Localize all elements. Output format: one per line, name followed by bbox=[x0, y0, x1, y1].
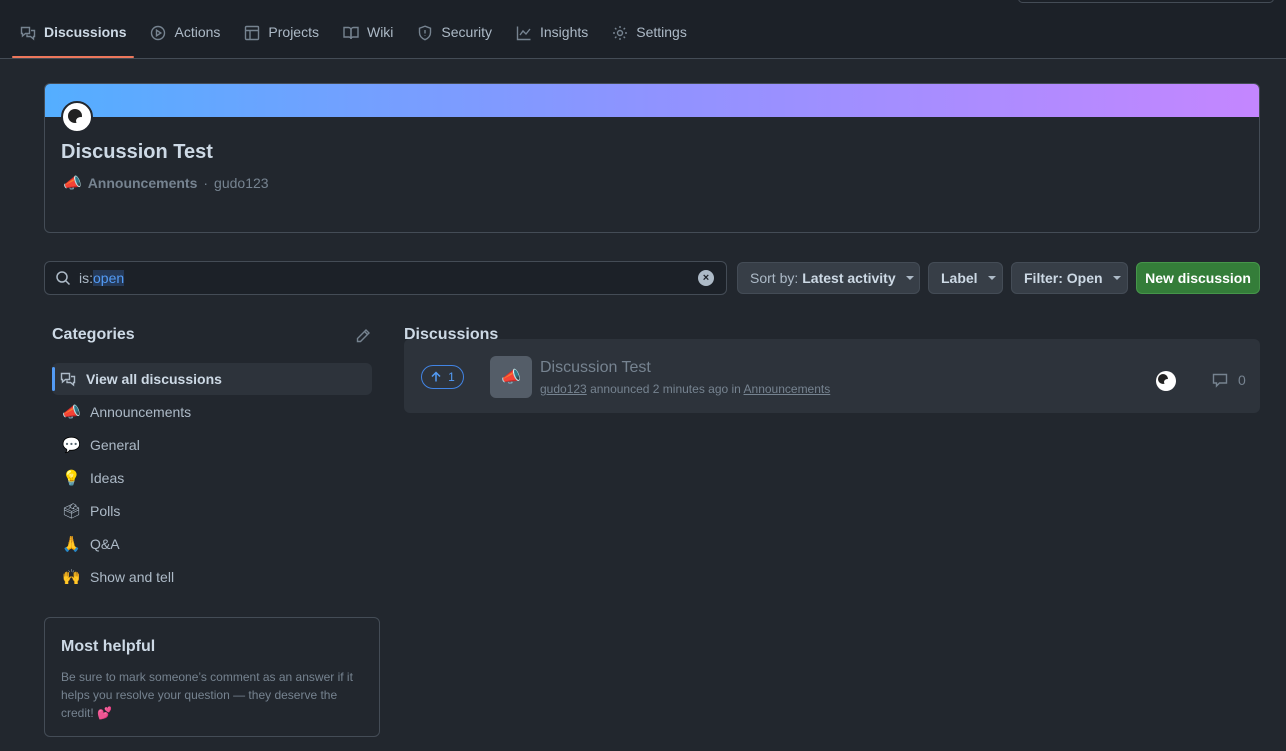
sort-value: Latest activity bbox=[802, 270, 896, 286]
search-icon bbox=[56, 271, 71, 286]
category-list: View all discussions 📣 Announcements 💬 G… bbox=[52, 363, 372, 593]
search-qualifier: is: bbox=[79, 270, 93, 286]
repo-tabs: Discussions Actions Projects Wiki Securi… bbox=[12, 18, 703, 58]
gear-icon bbox=[613, 26, 628, 40]
comment-icon bbox=[1212, 373, 1228, 388]
page-title[interactable]: Discussion Test bbox=[61, 141, 213, 164]
avatar[interactable] bbox=[1156, 371, 1176, 391]
chevron-down-icon bbox=[905, 276, 914, 280]
category-label: Q&A bbox=[90, 535, 120, 552]
discussion-meta: gudo123 announced 2 minutes ago in Annou… bbox=[540, 382, 830, 396]
category-label: Polls bbox=[90, 502, 121, 519]
category-link[interactable]: Announcements bbox=[744, 382, 831, 396]
filter-dropdown[interactable]: Filter: Open bbox=[1011, 262, 1128, 294]
comment-count[interactable]: 0 bbox=[1212, 372, 1246, 388]
tab-security[interactable]: Security bbox=[409, 18, 500, 58]
comment-discussion-icon bbox=[60, 372, 76, 387]
tab-label: Settings bbox=[636, 24, 687, 40]
category-item-ideas[interactable]: 💡 Ideas bbox=[52, 461, 372, 494]
search-value: open bbox=[93, 270, 125, 286]
raising-hands-icon: 🙌 bbox=[62, 568, 81, 586]
label-dropdown[interactable]: Label bbox=[928, 262, 1003, 294]
shield-icon bbox=[419, 25, 432, 41]
sort-dropdown[interactable]: Sort by: Latest activity bbox=[737, 262, 920, 294]
tab-label: Insights bbox=[540, 24, 589, 40]
global-search-box[interactable] bbox=[1018, 0, 1274, 3]
book-icon bbox=[343, 26, 359, 40]
clear-search-icon[interactable]: × bbox=[698, 270, 714, 286]
category-header-card: Discussion Test 📣 Announcements · gudo12… bbox=[44, 83, 1260, 233]
meta-separator: · bbox=[203, 175, 209, 191]
most-helpful-heading: Most helpful bbox=[61, 638, 156, 655]
vote-count: 1 bbox=[448, 370, 455, 384]
header-meta: 📣 Announcements · gudo123 bbox=[63, 174, 269, 192]
search-input[interactable]: is:open × bbox=[44, 261, 727, 295]
category-label: General bbox=[90, 436, 140, 453]
gradient-banner bbox=[45, 84, 1259, 117]
ballot-box-icon: 🗳 bbox=[62, 502, 82, 520]
category-link[interactable]: Announcements bbox=[88, 175, 198, 191]
tab-label: Projects bbox=[268, 24, 319, 40]
category-label: Announcements bbox=[90, 403, 192, 420]
filter-button-text: Filter: Open bbox=[1024, 270, 1103, 286]
tab-projects[interactable]: Projects bbox=[236, 18, 327, 58]
arrow-up-icon bbox=[431, 371, 441, 382]
table-icon bbox=[245, 25, 260, 41]
new-discussion-button[interactable]: New discussion bbox=[1136, 262, 1260, 294]
category-label: View all discussions bbox=[86, 371, 222, 387]
most-helpful-card: Most helpful Be sure to mark someone’s c… bbox=[44, 617, 380, 737]
search-query[interactable]: is:open bbox=[79, 270, 125, 286]
comment-count-value: 0 bbox=[1238, 372, 1246, 388]
tab-label: Wiki bbox=[366, 24, 394, 40]
upvote-button[interactable]: 1 bbox=[421, 365, 464, 389]
category-item-general[interactable]: 💬 General bbox=[52, 428, 372, 461]
play-icon bbox=[151, 25, 166, 41]
hearts-icon: 💕 bbox=[97, 706, 112, 720]
category-item-polls[interactable]: 🗳 Polls bbox=[52, 494, 372, 527]
label-button-text: Label bbox=[941, 270, 978, 286]
tab-label: Discussions bbox=[44, 24, 127, 40]
tab-label: Security bbox=[441, 24, 492, 40]
tab-actions[interactable]: Actions bbox=[142, 18, 228, 58]
repo-nav: Discussions Actions Projects Wiki Securi… bbox=[0, 0, 1286, 59]
tab-label: Actions bbox=[174, 24, 221, 40]
speech-bubble-icon: 💬 bbox=[62, 436, 81, 454]
tab-settings[interactable]: Settings bbox=[604, 18, 695, 58]
megaphone-icon: 📣 bbox=[63, 175, 82, 192]
comment-discussion-icon bbox=[20, 26, 36, 41]
category-item-all[interactable]: View all discussions bbox=[52, 363, 372, 395]
praying-hands-icon: 🙏 bbox=[62, 535, 81, 553]
tab-insights[interactable]: Insights bbox=[508, 18, 596, 58]
discussion-list-item[interactable]: 1 📣 Discussion Test gudo123 announced 2 … bbox=[404, 339, 1260, 413]
chevron-down-icon bbox=[1112, 276, 1121, 280]
categories-heading: Categories bbox=[52, 326, 135, 343]
most-helpful-text: Be sure to mark someone’s comment as an … bbox=[61, 670, 353, 720]
category-label: Ideas bbox=[90, 469, 125, 486]
category-item-show-and-tell[interactable]: 🙌 Show and tell bbox=[52, 560, 372, 593]
author-link[interactable]: gudo123 bbox=[540, 382, 587, 396]
category-item-announcements[interactable]: 📣 Announcements bbox=[52, 395, 372, 428]
discussion-action: announced 2 minutes ago in bbox=[590, 382, 741, 396]
author-link[interactable]: gudo123 bbox=[214, 175, 269, 191]
sort-prefix: Sort by: bbox=[750, 270, 799, 286]
tab-discussions[interactable]: Discussions bbox=[12, 18, 135, 58]
graph-icon bbox=[516, 26, 531, 41]
avatar[interactable] bbox=[61, 101, 93, 133]
megaphone-icon: 📣 bbox=[62, 403, 81, 421]
category-item-qa[interactable]: 🙏 Q&A bbox=[52, 527, 372, 560]
discussion-title[interactable]: Discussion Test bbox=[540, 359, 651, 377]
megaphone-icon: 📣 bbox=[490, 356, 532, 398]
category-label: Show and tell bbox=[90, 568, 175, 585]
light-bulb-icon: 💡 bbox=[62, 469, 81, 487]
tab-wiki[interactable]: Wiki bbox=[335, 18, 401, 58]
pencil-icon[interactable] bbox=[355, 328, 371, 344]
chevron-down-icon bbox=[987, 276, 996, 280]
